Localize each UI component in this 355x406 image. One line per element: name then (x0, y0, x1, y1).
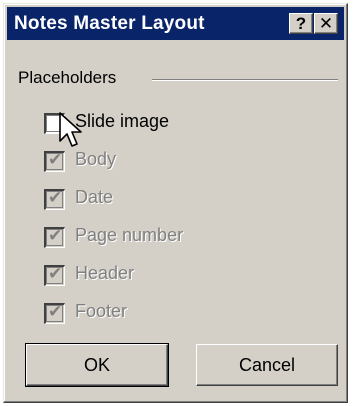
header-checkbox: ✔ (44, 264, 65, 286)
body-label: Body (75, 149, 117, 169)
checkmark-icon: ✔ (48, 302, 63, 321)
checkmark-icon: ✔ (48, 264, 63, 283)
notes-master-layout-dialog: Notes Master Layout ? ✕ Placeholders Sli… (3, 3, 348, 403)
cancel-button[interactable]: Cancel (196, 344, 338, 386)
mouse-pointer-icon (59, 112, 82, 147)
checkmark-icon: ✔ (48, 150, 63, 169)
close-button[interactable]: ✕ (314, 13, 338, 34)
help-button[interactable]: ? (289, 13, 313, 34)
page-number-label: Page number (75, 225, 184, 245)
checkmark-icon: ✔ (48, 226, 63, 245)
placeholders-group-label: Placeholders (18, 68, 117, 87)
slide-image-label[interactable]: Slide image (75, 111, 169, 132)
close-icon: ✕ (318, 14, 334, 33)
dialog-title: Notes Master Layout (14, 13, 205, 34)
header-label: Header (75, 263, 135, 283)
footer-label: Footer (75, 301, 128, 321)
ok-button[interactable]: OK (25, 343, 169, 387)
checkmark-icon: ✔ (48, 188, 63, 207)
page-number-checkbox: ✔ (44, 226, 65, 248)
date-label: Date (75, 187, 114, 207)
group-divider (152, 79, 338, 81)
date-checkbox: ✔ (44, 188, 65, 210)
footer-checkbox: ✔ (44, 302, 65, 324)
title-bar[interactable]: Notes Master Layout ? ✕ (7, 7, 344, 40)
body-checkbox: ✔ (44, 150, 65, 172)
